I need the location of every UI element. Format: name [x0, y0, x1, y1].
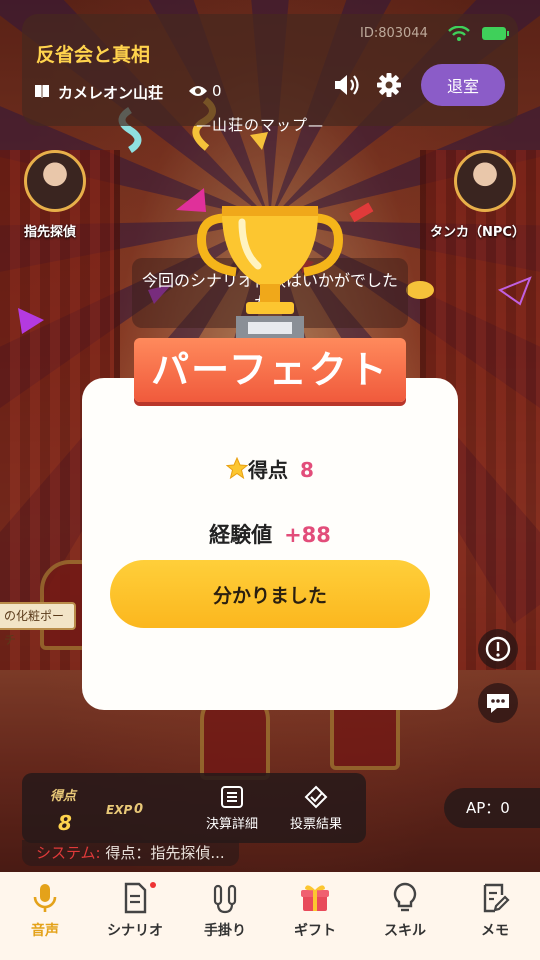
alert-button[interactable]: [478, 629, 518, 669]
score-label: 得点: [248, 458, 289, 482]
room-header: 反省会と真相 ID:803044 カメレオン山荘 0 退室: [22, 14, 518, 126]
nav-label-skills: スキル: [384, 923, 426, 939]
wifi-icon: [448, 26, 470, 41]
bottom-nav: 音声 シナリオ 手掛り ギフト スキル メモ: [0, 872, 540, 960]
gear-icon[interactable]: [376, 72, 402, 98]
nav-label-scenario: シナリオ: [107, 923, 163, 939]
exp-row: 経験値 +88: [0, 519, 540, 549]
speaker-icon[interactable]: [332, 72, 360, 98]
notification-dot: [150, 882, 156, 888]
confirm-button[interactable]: 分かりました: [110, 560, 430, 628]
settlement-details-button[interactable]: 決算詳細: [194, 781, 270, 837]
chat-icon: [487, 694, 509, 713]
panel-score-label: 得点: [50, 789, 77, 804]
item-tag-pouch[interactable]: の化粧ポーチ: [0, 602, 76, 647]
player-status-panel: 得点 8 EXP 0 決算詳細 投票結果: [22, 773, 366, 843]
nav-label-voice: 音声: [31, 923, 59, 939]
gift-icon: [301, 885, 329, 911]
exclamation-icon: [485, 636, 511, 662]
star-icon: [226, 457, 249, 479]
vote-results-label: 投票結果: [289, 817, 342, 832]
system-message: システム: 得点：指先探偵...: [22, 840, 239, 866]
book-icon: [35, 85, 49, 98]
player-name-left: 指先探偵: [24, 225, 77, 240]
nav-label-gift: ギフト: [294, 923, 336, 939]
microphone-icon: [33, 884, 57, 912]
nav-item-clues[interactable]: 手掛り: [180, 880, 270, 954]
exp-value: +88: [284, 523, 331, 547]
vote-icon: [304, 785, 328, 809]
avatar-right-npc[interactable]: [454, 150, 516, 212]
system-prefix: システム:: [36, 844, 101, 862]
battery-icon: [482, 27, 509, 40]
result-banner: パーフェクト: [134, 338, 406, 402]
nav-item-memo[interactable]: メモ: [450, 880, 540, 954]
clue-icon: [213, 884, 237, 914]
ap-badge: AP：0: [444, 788, 540, 828]
memo-icon: [483, 883, 510, 913]
viewer-count: 0: [212, 82, 222, 100]
avatar-left-player[interactable]: [24, 150, 86, 212]
panel-exp-value: 0: [134, 802, 144, 817]
nav-item-scenario[interactable]: シナリオ: [90, 880, 180, 954]
list-icon: [221, 786, 243, 808]
system-text: 得点：指先探偵...: [105, 844, 225, 862]
nav-item-skills[interactable]: スキル: [360, 880, 450, 954]
settlement-details-label: 決算詳細: [205, 817, 258, 832]
score-value: 8: [300, 458, 314, 482]
map-label-text: 山荘のマップ: [212, 116, 309, 134]
player-name-right: タンカ（NPC）: [430, 225, 525, 240]
nav-item-gift[interactable]: ギフト: [270, 880, 360, 954]
exp-label: 経験値: [209, 523, 273, 547]
lightbulb-icon: [393, 882, 417, 912]
room-id: ID:803044: [360, 26, 428, 41]
nav-item-voice[interactable]: 音声: [0, 880, 90, 954]
scenario-name[interactable]: カメレオン山荘: [58, 82, 163, 103]
score-row: 得点 8: [0, 454, 540, 483]
leave-room-button[interactable]: 退室: [421, 64, 505, 106]
document-icon: [124, 882, 147, 914]
nav-label-clues: 手掛り: [204, 923, 246, 939]
panel-score-value: 8: [58, 811, 72, 835]
eye-icon: [189, 86, 207, 96]
chat-button[interactable]: [478, 683, 518, 723]
nav-label-memo: メモ: [481, 923, 509, 939]
vote-results-button[interactable]: 投票結果: [278, 781, 354, 837]
panel-exp-label: EXP: [106, 803, 133, 817]
trophy-icon: [197, 206, 343, 342]
room-title: 反省会と真相: [36, 44, 151, 66]
map-label[interactable]: —山荘のマップ—: [196, 114, 324, 135]
